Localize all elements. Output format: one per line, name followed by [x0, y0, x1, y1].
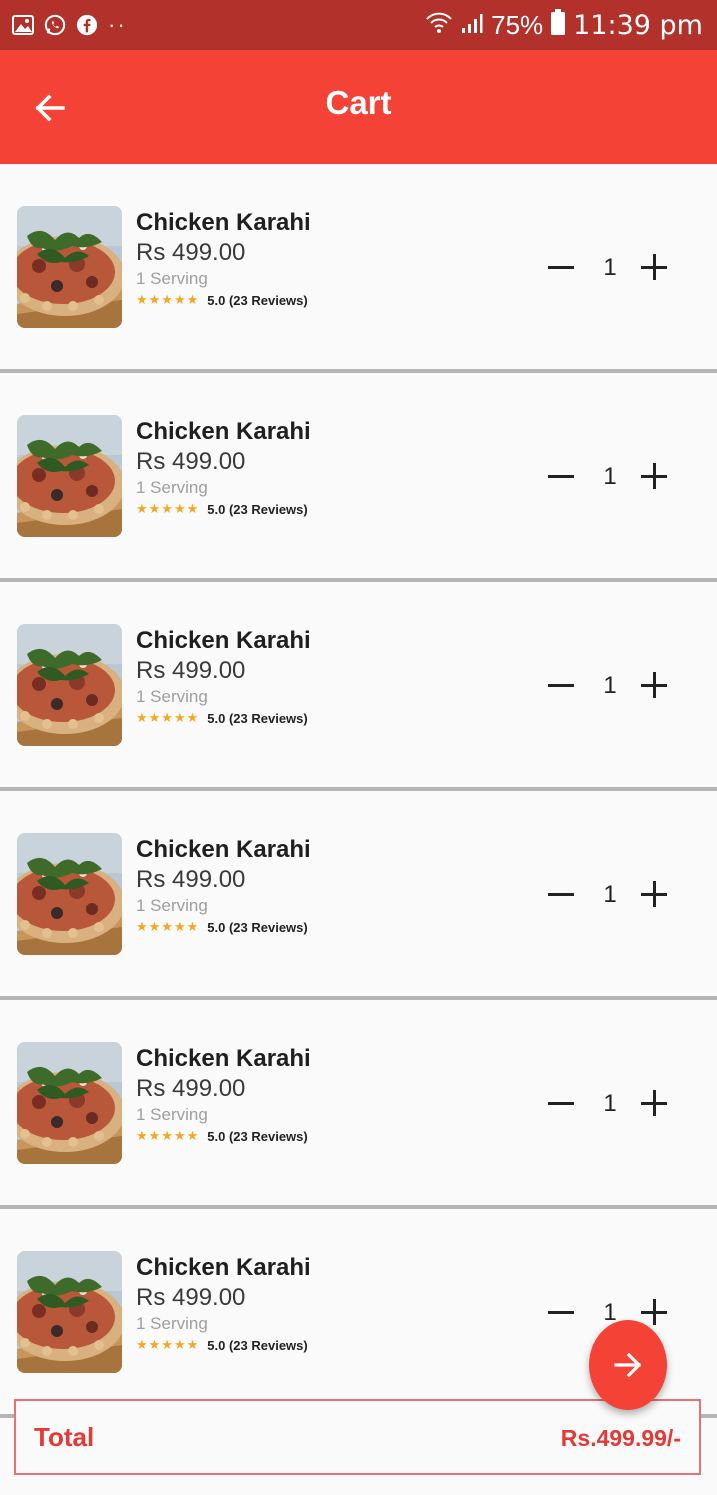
battery-icon [551, 8, 566, 42]
cart-item: Chicken Karahi Rs 499.00 1 Serving ★★★★★… [0, 1000, 717, 1209]
cart-item: Chicken Karahi Rs 499.00 1 Serving ★★★★★… [0, 582, 717, 791]
star-rating-icon: ★★★★★ [136, 919, 200, 934]
decrease-quantity-button[interactable] [540, 664, 584, 708]
food-image[interactable] [17, 206, 122, 328]
quantity-value: 1 [603, 463, 617, 490]
quantity-stepper: 1 [540, 1082, 680, 1126]
status-bar: ·· 75% 11:39 pm [0, 0, 717, 50]
more-notifications-indicator: ·· [108, 12, 127, 37]
item-serving: 1 Serving [136, 1105, 208, 1124]
decrease-quantity-button[interactable] [540, 246, 584, 290]
cart-item: Chicken Karahi Rs 499.00 1 Serving ★★★★★… [0, 791, 717, 1000]
increase-quantity-button[interactable] [636, 455, 680, 499]
increase-quantity-button[interactable] [636, 664, 680, 708]
total-value: Rs.499.99/- [560, 1425, 681, 1451]
gallery-icon [12, 14, 34, 36]
item-rating: ★★★★★ 5.0 (23 Reviews) [136, 1128, 311, 1144]
facebook-icon [76, 14, 98, 36]
arrow-right-icon [614, 1352, 642, 1378]
item-price: Rs 499.00 [136, 1075, 246, 1102]
item-serving: 1 Serving [136, 269, 208, 288]
star-rating-icon: ★★★★★ [136, 1128, 200, 1143]
quantity-stepper: 1 [540, 664, 680, 708]
item-name: Chicken Karahi [136, 1254, 311, 1281]
quantity-value: 1 [603, 672, 617, 699]
rating-text: 5.0 (23 Reviews) [207, 919, 308, 935]
cart-item: Chicken Karahi Rs 499.00 1 Serving ★★★★★… [0, 373, 717, 582]
item-rating: ★★★★★ 5.0 (23 Reviews) [136, 292, 311, 308]
item-price: Rs 499.00 [136, 239, 246, 266]
item-price: Rs 499.00 [136, 657, 246, 684]
page-title: Cart [325, 84, 392, 121]
item-serving: 1 Serving [136, 896, 208, 915]
cart-list: Chicken Karahi Rs 499.00 1 Serving ★★★★★… [0, 164, 717, 1418]
clock: 11:39 pm [573, 9, 703, 41]
quantity-stepper: 1 [540, 455, 680, 499]
battery-percent: 75% [491, 9, 544, 40]
rating-text: 5.0 (23 Reviews) [207, 1128, 308, 1144]
rating-text: 5.0 (23 Reviews) [207, 292, 308, 308]
item-info: Chicken Karahi Rs 499.00 1 Serving ★★★★★… [136, 1253, 311, 1353]
decrease-quantity-button[interactable] [540, 873, 584, 917]
decrease-quantity-button[interactable] [540, 1291, 584, 1335]
item-price: Rs 499.00 [136, 1284, 246, 1311]
food-image[interactable] [17, 833, 122, 955]
star-rating-icon: ★★★★★ [136, 710, 200, 725]
quantity-value: 1 [603, 881, 617, 908]
item-price: Rs 499.00 [136, 448, 246, 475]
quantity-value: 1 [603, 254, 617, 281]
item-info: Chicken Karahi Rs 499.00 1 Serving ★★★★★… [136, 626, 311, 726]
decrease-quantity-button[interactable] [540, 455, 584, 499]
whatsapp-icon [44, 14, 66, 36]
item-name: Chicken Karahi [136, 836, 311, 863]
quantity-stepper: 1 [540, 246, 680, 290]
increase-quantity-button[interactable] [636, 873, 680, 917]
item-price: Rs 499.00 [136, 866, 246, 893]
quantity-value: 1 [603, 1090, 617, 1117]
item-info: Chicken Karahi Rs 499.00 1 Serving ★★★★★… [136, 1044, 311, 1144]
total-label: Total [34, 1422, 95, 1452]
item-rating: ★★★★★ 5.0 (23 Reviews) [136, 710, 311, 726]
quantity-stepper: 1 [540, 873, 680, 917]
item-info: Chicken Karahi Rs 499.00 1 Serving ★★★★★… [136, 417, 311, 517]
app-bar: Cart [0, 50, 717, 164]
cart-item: Chicken Karahi Rs 499.00 1 Serving ★★★★★… [0, 164, 717, 373]
signal-icon [461, 10, 483, 41]
rating-text: 5.0 (23 Reviews) [207, 1337, 308, 1353]
item-serving: 1 Serving [136, 478, 208, 497]
item-name: Chicken Karahi [136, 1045, 311, 1072]
decrease-quantity-button[interactable] [540, 1082, 584, 1126]
food-image[interactable] [17, 1042, 122, 1164]
item-info: Chicken Karahi Rs 499.00 1 Serving ★★★★★… [136, 208, 311, 308]
item-serving: 1 Serving [136, 1314, 208, 1333]
wifi-icon [425, 10, 453, 41]
increase-quantity-button[interactable] [636, 246, 680, 290]
star-rating-icon: ★★★★★ [136, 1337, 200, 1352]
system-status: 75% 11:39 pm [425, 8, 703, 42]
item-name: Chicken Karahi [136, 418, 311, 445]
food-image[interactable] [17, 415, 122, 537]
food-image[interactable] [17, 1251, 122, 1373]
item-rating: ★★★★★ 5.0 (23 Reviews) [136, 919, 311, 935]
total-bar: Total Rs.499.99/- [14, 1399, 701, 1475]
rating-text: 5.0 (23 Reviews) [207, 501, 308, 517]
checkout-button[interactable] [589, 1320, 667, 1410]
item-info: Chicken Karahi Rs 499.00 1 Serving ★★★★★… [136, 835, 311, 935]
star-rating-icon: ★★★★★ [136, 292, 200, 307]
item-name: Chicken Karahi [136, 627, 311, 654]
notification-icons: ·· [12, 10, 127, 40]
item-name: Chicken Karahi [136, 209, 311, 236]
item-serving: 1 Serving [136, 687, 208, 706]
item-rating: ★★★★★ 5.0 (23 Reviews) [136, 501, 311, 517]
star-rating-icon: ★★★★★ [136, 501, 200, 516]
food-image[interactable] [17, 624, 122, 746]
increase-quantity-button[interactable] [636, 1082, 680, 1126]
rating-text: 5.0 (23 Reviews) [207, 710, 308, 726]
item-rating: ★★★★★ 5.0 (23 Reviews) [136, 1337, 311, 1353]
